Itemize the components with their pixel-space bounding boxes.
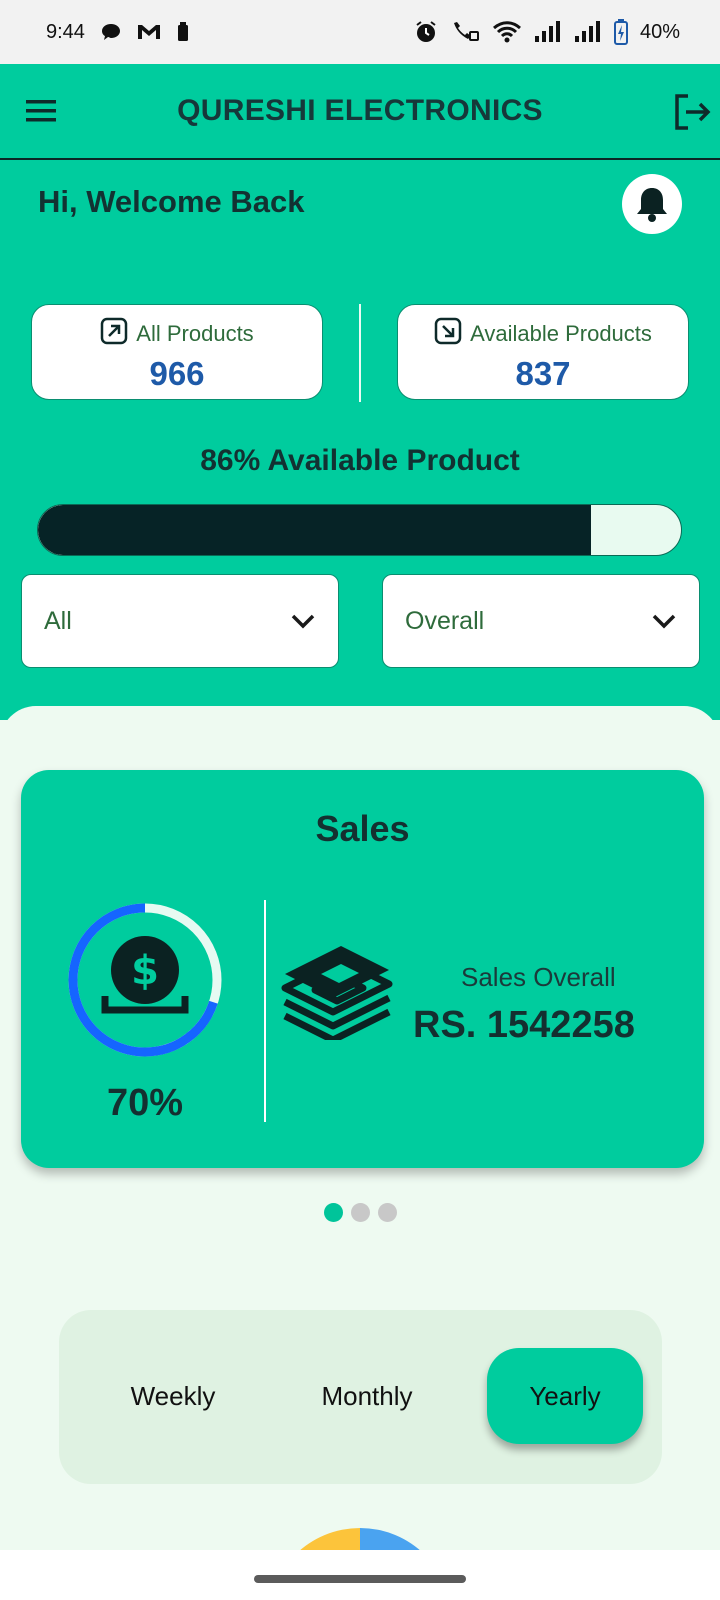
period-selected-value: Overall <box>405 606 485 635</box>
alarm-icon <box>414 20 438 44</box>
signal-icon <box>574 20 602 44</box>
sales-overall-value: RS. 1542258 <box>413 1004 635 1046</box>
available-products-value: 837 <box>515 355 571 392</box>
dollar-coin-icon: $ <box>101 936 189 1014</box>
carousel-dot[interactable] <box>377 1203 397 1222</box>
hamburger-menu-icon[interactable] <box>24 94 58 128</box>
all-products-label: All Products <box>136 321 254 346</box>
availability-progress-bar <box>37 504 682 556</box>
logout-icon[interactable] <box>672 92 712 132</box>
availability-text: 86% Available Product <box>200 444 520 477</box>
category-selected-value: All <box>44 606 72 635</box>
carousel-dot[interactable] <box>350 1203 370 1222</box>
battery-charging-icon <box>613 19 628 45</box>
bell-icon[interactable] <box>622 174 682 234</box>
all-products-card[interactable]: All Products 966 <box>31 304 323 400</box>
cash-stack-icon <box>281 946 393 1040</box>
arrow-up-right-icon <box>100 317 128 351</box>
carousel-dot[interactable] <box>323 1203 343 1222</box>
signal-icon <box>534 20 562 44</box>
battery-small-icon <box>177 22 189 42</box>
period-tabs: Weekly Monthly Yearly <box>59 1310 662 1484</box>
gmail-icon <box>137 23 161 41</box>
dashboard-header: Hi, Welcome Back All Products 966 Availa… <box>0 160 720 720</box>
chevron-down-icon <box>290 607 316 636</box>
sales-overall-label: Sales Overall <box>461 962 616 992</box>
tab-yearly[interactable]: Yearly <box>487 1348 643 1444</box>
sales-percent: 70% <box>106 1082 184 1124</box>
status-time: 9:44 <box>46 20 85 43</box>
chat-bubble-icon <box>101 23 121 41</box>
app-title: QURESHI ELECTRONICS <box>177 94 543 127</box>
welcome-text: Hi, Welcome Back <box>38 184 305 219</box>
app-bar: QURESHI ELECTRONICS <box>0 64 720 160</box>
tab-weekly[interactable]: Weekly <box>95 1348 251 1444</box>
available-products-card[interactable]: Available Products 837 <box>397 304 689 400</box>
battery-percent: 40% <box>639 20 680 43</box>
chevron-down-icon <box>651 607 677 636</box>
sales-title: Sales <box>315 808 410 849</box>
status-bar: 9:44 40% <box>0 0 720 64</box>
available-products-label: Available Products <box>470 321 652 346</box>
availability-progress-fill <box>38 505 591 555</box>
arrow-down-right-icon <box>434 317 462 351</box>
svg-text:$: $ <box>131 948 159 994</box>
home-gesture-handle[interactable] <box>254 1575 466 1583</box>
sales-progress-ring: $ <box>68 903 222 1057</box>
carousel-indicator <box>0 1203 720 1222</box>
tab-monthly[interactable]: Monthly <box>289 1348 445 1444</box>
sales-divider <box>264 900 266 1122</box>
category-dropdown[interactable]: All <box>21 574 339 668</box>
stats-divider <box>359 304 361 402</box>
sales-card[interactable]: Sales $ 70% Sales Overall RS. 1542258 <box>21 770 704 1168</box>
period-dropdown[interactable]: Overall <box>382 574 700 668</box>
wifi-icon <box>492 20 522 44</box>
wifi-call-icon <box>450 20 480 44</box>
all-products-value: 966 <box>149 355 205 392</box>
